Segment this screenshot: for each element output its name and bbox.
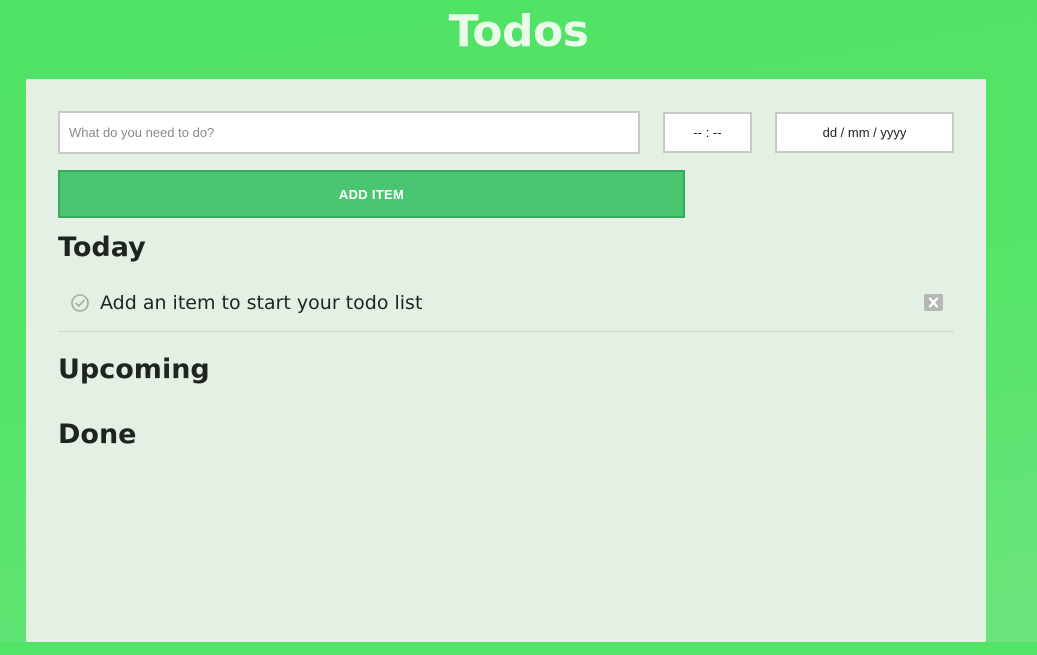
check-circle-icon[interactable] <box>70 293 90 313</box>
todo-input[interactable] <box>58 111 640 154</box>
section-heading-today: Today <box>58 232 146 263</box>
footer-bar <box>0 642 1037 655</box>
close-icon[interactable] <box>924 294 943 311</box>
date-input[interactable]: dd / mm / yyyy <box>775 112 954 153</box>
section-heading-upcoming: Upcoming <box>58 354 210 385</box>
todo-item-text: Add an item to start your todo list <box>100 292 423 314</box>
list-item: Add an item to start your todo list <box>58 284 954 332</box>
add-item-button[interactable]: ADD ITEM <box>58 170 685 218</box>
page-title: Todos <box>448 6 589 57</box>
todo-card: -- : -- dd / mm / yyyy ADD ITEM Today Ad… <box>26 79 986 642</box>
section-heading-done: Done <box>58 419 137 450</box>
time-input[interactable]: -- : -- <box>663 112 752 153</box>
